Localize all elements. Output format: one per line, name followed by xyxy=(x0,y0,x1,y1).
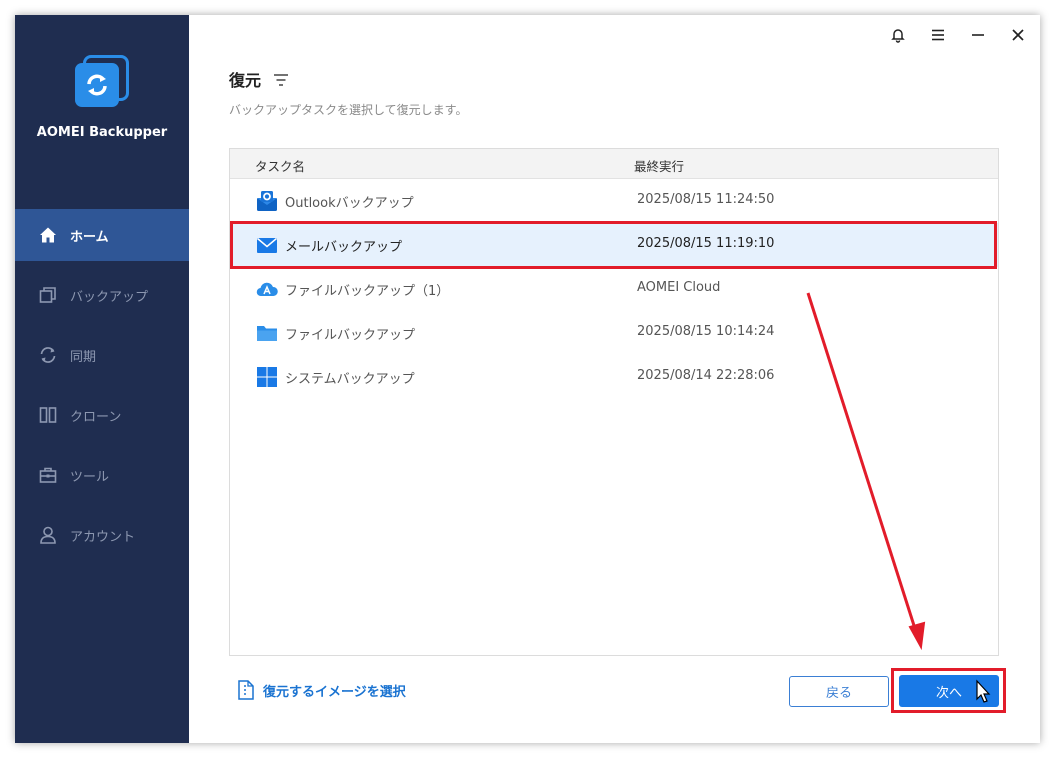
table-row[interactable]: ファイルバックアップ 2025/08/15 10:14:24 xyxy=(230,311,998,355)
app-logo-icon xyxy=(73,55,131,113)
menu-icon[interactable] xyxy=(926,23,950,47)
filter-icon[interactable] xyxy=(273,72,289,86)
outlook-icon xyxy=(256,190,278,212)
sidebar: AOMEI Backupper ホーム バックアップ 同期 クローン ツール ア… xyxy=(15,15,189,743)
sidebar-item-label: 同期 xyxy=(70,349,97,365)
app-name: AOMEI Backupper xyxy=(36,125,168,140)
task-name: システムバックアップ xyxy=(285,372,415,387)
page-subtitle: バックアップタスクを選択して復元します。 xyxy=(229,103,468,117)
sidebar-nav: ホーム バックアップ 同期 クローン ツール アカウント xyxy=(15,209,189,569)
table-row[interactable]: ファイルバックアップ（1） AOMEI Cloud xyxy=(230,267,998,311)
sync-icon xyxy=(37,344,59,366)
toolbox-icon xyxy=(37,464,59,486)
task-last-run: 2025/08/15 11:24:50 xyxy=(637,192,775,207)
column-header-task-name[interactable]: タスク名 xyxy=(255,156,305,175)
next-button[interactable]: 次へ xyxy=(899,675,999,707)
task-name: メールバックアップ xyxy=(285,240,403,255)
image-file-icon xyxy=(238,680,254,700)
backup-icon xyxy=(37,284,59,306)
task-last-run: 2025/08/14 22:28:06 xyxy=(637,368,775,383)
mail-icon xyxy=(256,234,278,256)
sidebar-item-account[interactable]: アカウント xyxy=(15,509,189,561)
table-row[interactable]: Outlookバックアップ 2025/08/15 11:24:50 xyxy=(230,179,998,223)
table-row-selected[interactable]: メールバックアップ 2025/08/15 11:19:10 xyxy=(230,223,998,267)
task-last-run: AOMEI Cloud xyxy=(637,280,721,295)
page-title-text: 復元 xyxy=(229,71,262,90)
table-header: タスク名 最終実行 xyxy=(230,149,998,179)
table-row[interactable]: システムバックアップ 2025/08/14 22:28:06 xyxy=(230,355,998,399)
task-last-run: 2025/08/15 11:19:10 xyxy=(637,236,775,251)
user-icon xyxy=(37,524,59,546)
task-name: ファイルバックアップ xyxy=(285,328,416,343)
sidebar-item-label: ホーム xyxy=(70,229,109,245)
clone-icon xyxy=(37,404,59,426)
close-icon[interactable] xyxy=(1006,23,1030,47)
sidebar-item-label: アカウント xyxy=(70,529,136,545)
bell-icon[interactable] xyxy=(886,23,910,47)
task-last-run: 2025/08/15 10:14:24 xyxy=(637,324,775,339)
sidebar-item-home[interactable]: ホーム xyxy=(15,209,189,261)
column-header-last-run[interactable]: 最終実行 xyxy=(634,156,684,175)
task-name: Outlookバックアップ xyxy=(285,196,414,211)
windows-icon xyxy=(256,366,278,388)
back-button[interactable]: 戻る xyxy=(789,676,889,707)
home-icon xyxy=(37,224,59,246)
sidebar-item-tools[interactable]: ツール xyxy=(15,449,189,501)
sidebar-item-label: クローン xyxy=(70,409,122,425)
sidebar-item-clone[interactable]: クローン xyxy=(15,389,189,441)
folder-icon xyxy=(256,322,278,344)
sidebar-item-label: バックアップ xyxy=(70,289,149,305)
sidebar-item-backup[interactable]: バックアップ xyxy=(15,269,189,321)
minimize-icon[interactable] xyxy=(966,23,990,47)
app-window: AOMEI Backupper ホーム バックアップ 同期 クローン ツール ア… xyxy=(15,15,1040,743)
sidebar-item-sync[interactable]: 同期 xyxy=(15,329,189,381)
backup-task-table: タスク名 最終実行 Outlookバックアップ 2025/08/15 11:24… xyxy=(229,148,999,656)
select-image-label: 復元するイメージを選択 xyxy=(263,684,406,700)
page-title: 復元 xyxy=(229,67,289,91)
sidebar-item-label: ツール xyxy=(70,469,110,485)
cloud-icon xyxy=(256,278,278,300)
select-image-link[interactable]: 復元するイメージを選択 xyxy=(237,680,406,700)
task-name: ファイルバックアップ（1） xyxy=(285,284,450,299)
